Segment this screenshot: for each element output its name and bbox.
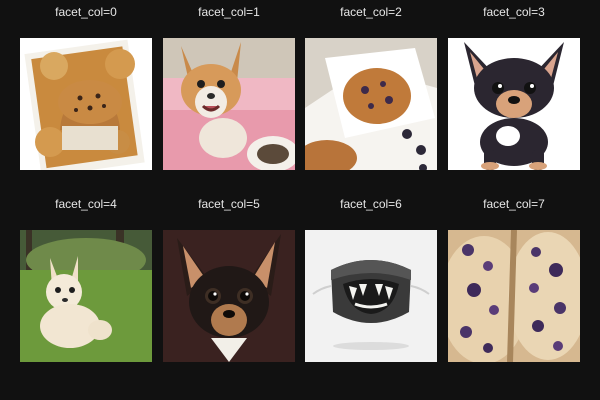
facet-image-face-mask [305, 230, 437, 362]
facet-image-dog-grass [20, 230, 152, 362]
facet-title: facet_col=5 [198, 197, 260, 211]
facet-image-muffin-paper [305, 38, 437, 170]
facet-image-black-tan-dog [163, 230, 295, 362]
facet-title: facet_col=4 [55, 197, 117, 211]
facet-title: facet_col=7 [483, 197, 545, 211]
facet-title: facet_col=1 [198, 5, 260, 19]
facet-grid: facet_col=0 facet_col=1 facet_col=2 face… [0, 0, 600, 400]
facet-title: facet_col=6 [340, 197, 402, 211]
facet-image-muffins [20, 38, 152, 170]
facet-title: facet_col=3 [483, 5, 545, 19]
facet-image-muffin-closeup [448, 230, 580, 362]
facet-image-dog-pink-bed [163, 38, 295, 170]
facet-image-cartoon-dog [448, 38, 580, 170]
facet-title: facet_col=0 [55, 5, 117, 19]
facet-title: facet_col=2 [340, 5, 402, 19]
